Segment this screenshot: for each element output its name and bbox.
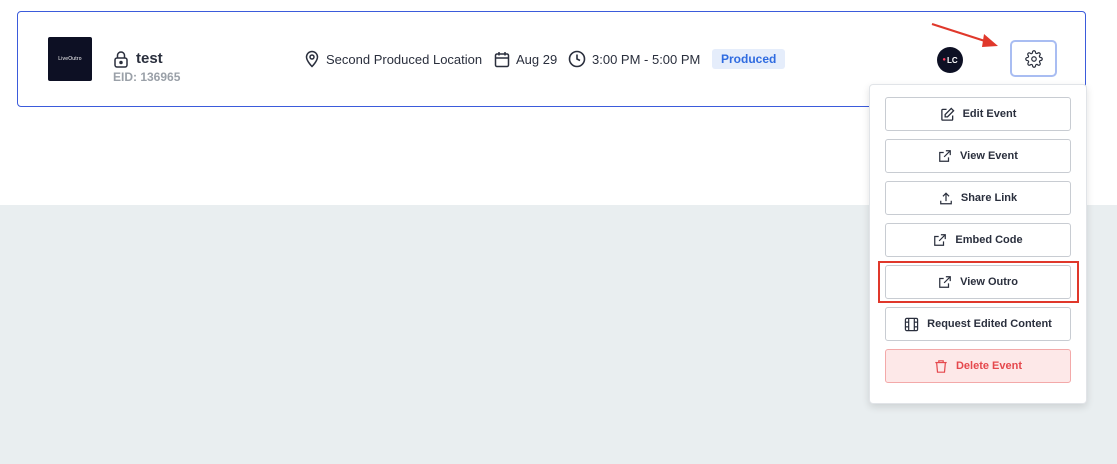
film-icon (904, 317, 919, 331)
status-badge: Produced (712, 49, 786, 69)
trash-icon (935, 359, 947, 373)
embed-code-label: Embed Code (955, 234, 1023, 246)
gear-icon (1024, 49, 1043, 68)
upload-icon (940, 191, 952, 204)
delete-event-button[interactable]: Delete Event (885, 349, 1071, 383)
lock-icon (114, 51, 128, 68)
share-link-label: Share Link (960, 192, 1018, 204)
edit-icon (940, 106, 955, 121)
view-event-button[interactable]: View Event (885, 139, 1071, 173)
settings-button[interactable] (1010, 40, 1057, 77)
annotation-highlight-box (878, 261, 1079, 303)
delete-event-label: Delete Event (955, 360, 1023, 372)
location-text: Second Produced Location (326, 51, 483, 67)
event-id: EID: 136965 (113, 70, 181, 84)
event-date: Aug 29 (494, 50, 557, 68)
request-edited-content-label: Request Edited Content (927, 318, 1052, 330)
share-link-button[interactable]: Share Link (885, 181, 1071, 215)
time-text: 3:00 PM - 5:00 PM (592, 51, 701, 67)
avatar-initials: LC (946, 55, 958, 65)
view-event-label: View Event (960, 150, 1018, 162)
event-title[interactable]: test (136, 50, 163, 67)
external-link-icon (934, 234, 947, 246)
thumbnail-logo: LiveOutro (58, 56, 82, 62)
request-edited-content-button[interactable]: Request Edited Content (885, 307, 1071, 341)
edit-event-button[interactable]: Edit Event (885, 97, 1071, 131)
date-text: Aug 29 (516, 51, 558, 67)
map-pin-icon (305, 50, 319, 68)
clock-icon (568, 50, 586, 68)
annotation-arrow-icon (931, 22, 998, 47)
embed-code-button[interactable]: Embed Code (885, 223, 1071, 257)
avatar-dot-icon: ● (942, 57, 946, 63)
external-link-icon (939, 150, 951, 162)
event-time: 3:00 PM - 5:00 PM (568, 50, 700, 68)
calendar-icon (494, 51, 510, 67)
event-location: Second Produced Location (304, 50, 482, 68)
event-thumbnail: LiveOutro (48, 37, 92, 81)
edit-event-label: Edit Event (962, 108, 1017, 120)
